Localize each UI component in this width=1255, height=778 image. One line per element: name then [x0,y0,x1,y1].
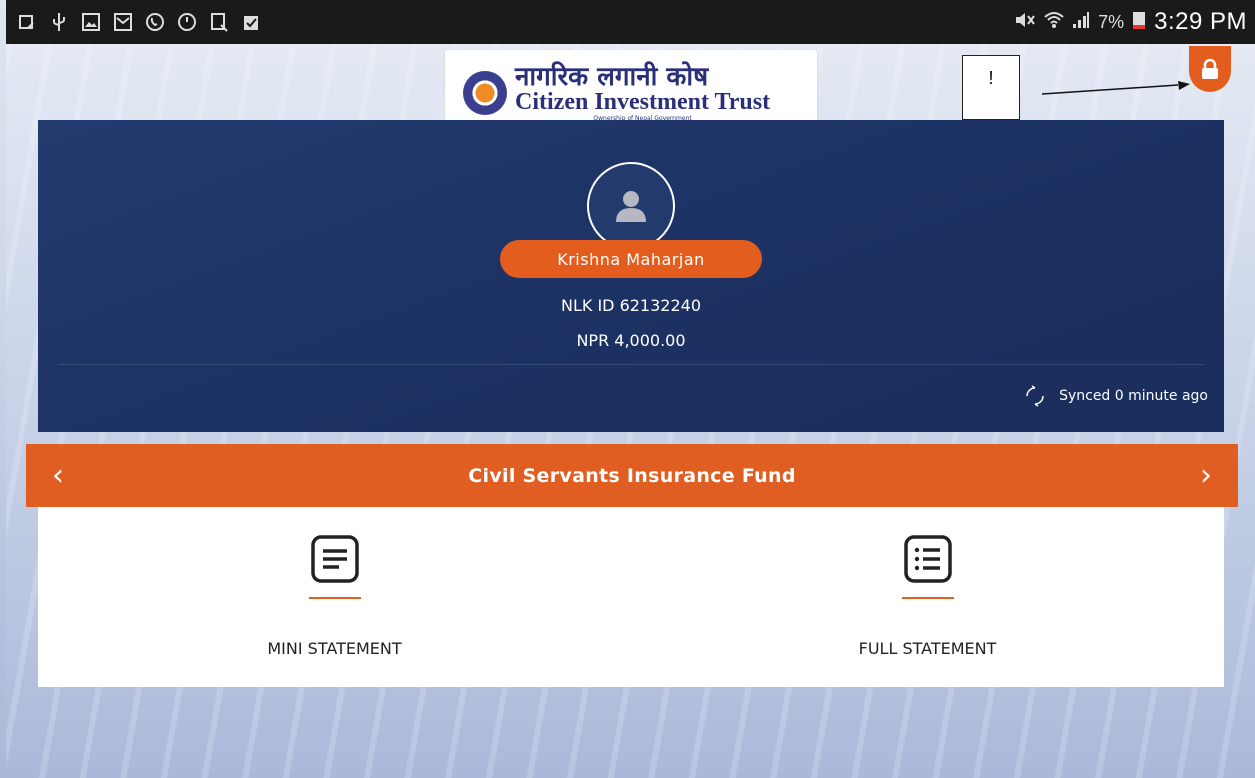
document-icon [208,11,230,33]
email-icon [112,11,134,33]
logo-text: नागरिक लगानी कोष Citizen Investment Trus… [515,64,770,122]
clipboard-check-icon [240,11,262,33]
sync-status[interactable]: Synced 0 minute ago [1023,384,1208,408]
fund-title: Civil Servants Insurance Fund [468,464,796,487]
status-bar: 7% 3:29 PM [6,0,1255,44]
chevron-right-icon[interactable]: › [1200,460,1212,491]
usb-icon [48,11,70,33]
profile-card: Krishna Maharjan NLK ID 62132240 NPR 4,0… [38,120,1224,432]
statement-panel: MINI STATEMENT FULL STATEMENT [38,507,1224,687]
annotation-mark: ! [988,68,994,88]
mute-icon [1014,11,1036,34]
full-statement-icon [903,535,952,583]
viber-icon [144,11,166,33]
full-statement-label: FULL STATEMENT [858,639,997,658]
notification-icons [16,11,262,33]
screen-icon [16,11,38,33]
sync-text: Synced 0 minute ago [1059,388,1208,404]
divider [58,364,1204,365]
logo-english-text: Citizen Investment Trust [515,89,771,115]
gallery-icon [80,11,102,33]
full-statement-underline [901,597,954,599]
app-frame: 7% 3:29 PM नागरिक लगानी कोष Citizen Inve… [6,0,1255,778]
lock-button[interactable] [1189,46,1231,92]
clock: 3:29 PM [1154,8,1247,35]
mini-statement-button[interactable]: MINI STATEMENT [38,507,631,687]
mini-statement-label: MINI STATEMENT [267,639,402,658]
balance: NPR 4,000.00 [576,331,686,350]
annotation-arrow [1042,81,1190,95]
logo-nepali-text: नागरिक लगानी कोष [515,62,709,92]
nlk-id: NLK ID 62132240 [560,296,702,315]
lock-icon [1202,58,1218,79]
sync-icon [1026,385,1044,407]
user-name: Krishna Maharjan [500,240,762,278]
fund-selector: ‹ Civil Servants Insurance Fund › [26,444,1238,507]
full-statement-button[interactable]: FULL STATEMENT [631,507,1224,687]
chevron-left-icon[interactable]: ‹ [52,460,64,491]
system-status: 7% 3:29 PM [1014,8,1247,36]
cit-emblem-icon [463,71,507,115]
signal-icon [1072,11,1090,34]
mini-statement-icon [310,535,359,583]
mini-statement-underline [308,597,361,599]
avatar[interactable] [587,162,675,250]
user-icon [616,191,646,222]
battery-percent: 7% [1098,11,1125,32]
wifi-icon [1044,11,1064,34]
annotation-box: ! [962,55,1020,120]
power-icon [176,11,198,33]
battery-icon [1132,10,1146,35]
